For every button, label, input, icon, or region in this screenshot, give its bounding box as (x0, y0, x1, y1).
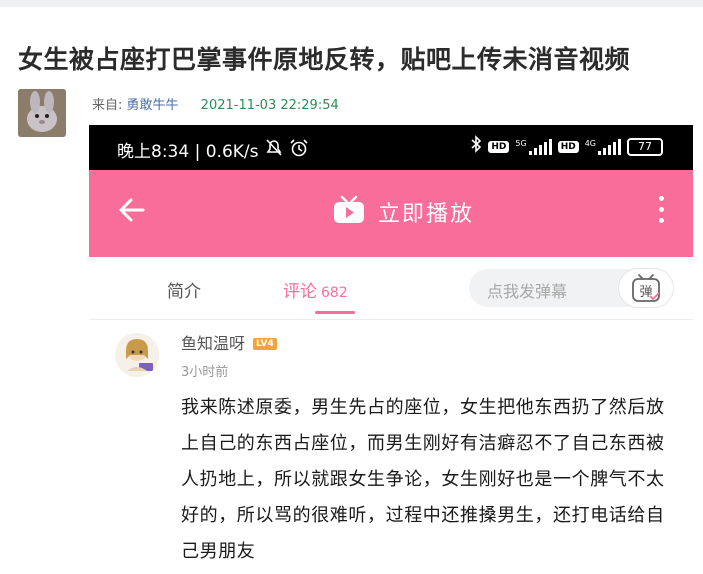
commenter-avatar[interactable] (115, 333, 159, 377)
signal-5g-icon: 5G (515, 138, 552, 155)
post-timestamp: 2021-11-03 22:29:54 (200, 98, 339, 113)
signal-4g-icon: 4G (585, 138, 621, 155)
tab-comments[interactable]: 评论 682 (283, 277, 348, 302)
back-arrow-icon[interactable] (117, 196, 145, 228)
article-meta: 来自: 勇敢牛牛 2021-11-03 22:29:54 (92, 94, 339, 113)
phone-status-bar: 晚上8:34 | 0.6K/s HD 5G HD 4G 77 (89, 125, 693, 170)
commenter-name[interactable]: 鱼知温呀 LV4 (181, 330, 277, 354)
status-left: 晚上8:34 | 0.6K/s (117, 137, 309, 162)
play-now-label: 立即播放 (378, 202, 475, 227)
danmaku-placeholder: 点我发弹幕 (487, 282, 568, 301)
author-link[interactable]: 勇敢牛牛 (127, 98, 179, 113)
video-tabs: 简介 评论 682 点我发弹幕 弹 (89, 257, 693, 320)
source-label: 来自: (92, 98, 127, 113)
bluetooth-icon (470, 135, 482, 158)
top-strip (0, 0, 703, 7)
comment-item: 鱼知温呀 LV4 3小时前 我来陈述原委，男生先占的座位，女生把他东西扔了然后放上… (89, 320, 693, 574)
status-right: HD 5G HD 4G 77 (470, 135, 663, 158)
danmaku-toggle-button[interactable]: 弹 (619, 269, 673, 307)
embedded-screenshot: 晚上8:34 | 0.6K/s HD 5G HD 4G 77 立即播放 简介 评… (89, 125, 693, 574)
hd-badge-2: HD (557, 140, 579, 153)
hd-badge: HD (488, 140, 510, 153)
video-header-bar: 立即播放 (89, 170, 693, 257)
status-speed: 0.6K/s (205, 142, 259, 162)
status-time: 晚上8:34 (117, 142, 190, 162)
tv-play-icon (332, 195, 366, 229)
play-now-button[interactable]: 立即播放 (332, 195, 474, 229)
battery-indicator: 77 (627, 137, 663, 156)
bell-off-icon (264, 139, 284, 162)
tab-intro[interactable]: 简介 (167, 277, 201, 302)
alarm-icon (289, 139, 309, 162)
article-title: 女生被占座打巴掌事件原地反转，贴吧上传未消音视频 (18, 45, 631, 74)
danmaku-icon: 弹 (632, 274, 660, 302)
more-vertical-icon[interactable] (659, 196, 665, 229)
level-badge: LV4 (253, 338, 277, 350)
comment-count: 682 (321, 285, 348, 301)
comment-time: 3小时前 (181, 365, 229, 380)
active-tab-indicator (315, 311, 355, 314)
author-avatar[interactable] (18, 89, 66, 137)
comment-text: 我来陈述原委，男生先占的座位，女生把他东西扔了然后放上自己的东西占座位，而男生刚… (181, 397, 665, 562)
